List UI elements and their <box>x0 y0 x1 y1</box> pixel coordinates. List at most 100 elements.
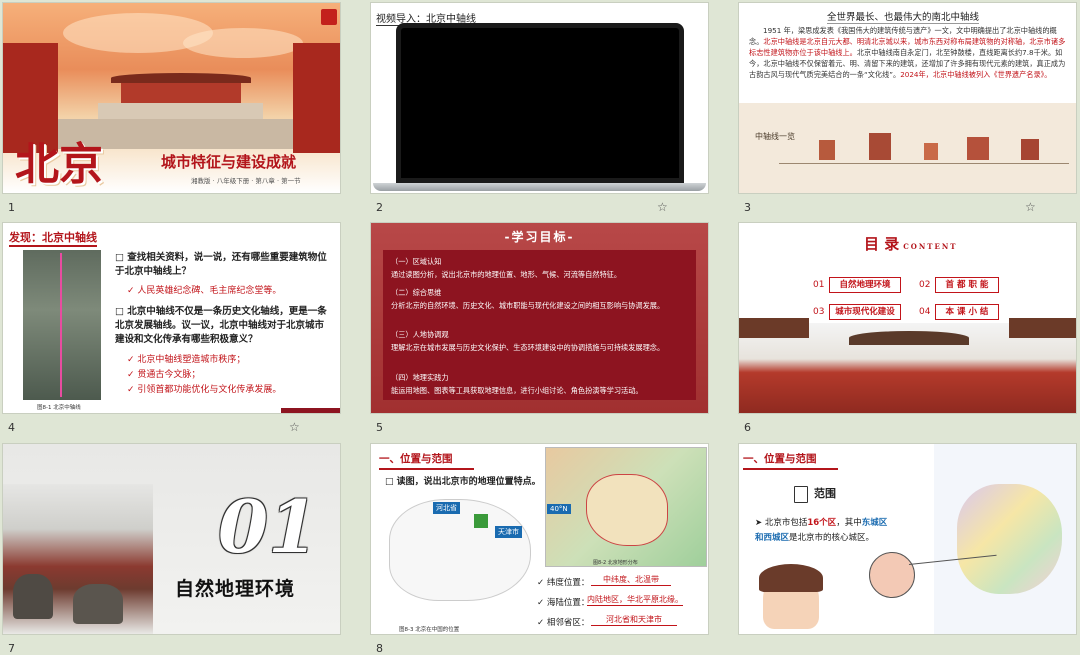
strip-label: 中轴线一览 <box>755 132 795 141</box>
slide-thumbnail-1[interactable]: 北京 城市特征与建设成就 湘教版 · 八年级下册 · 第八章 · 第一节 <box>3 3 340 193</box>
checkbox-icon: □ <box>385 477 394 487</box>
goal-text: 通过读图分析，说出北京市的地理位置、地形、气候、河流等自然特征。 <box>391 270 622 279</box>
gate-icon <box>924 143 938 160</box>
cloud <box>183 28 303 58</box>
goal-heading: （一）区域认知 <box>391 257 442 266</box>
palace-roof <box>849 331 969 345</box>
palace-roof <box>739 318 809 338</box>
goal-text: 能运用地图、图表等工具获取地理信息，进行小组讨论、角色扮演等学习活动。 <box>391 386 643 395</box>
section-heading: 一、位置与范围 <box>743 451 838 470</box>
title-beijing: 北京 <box>15 139 103 190</box>
toc-number: 01 <box>813 280 825 290</box>
slide-heading: 全世界最长、也最伟大的南北中轴线 <box>827 9 980 24</box>
tree-icon <box>13 574 53 619</box>
slide-heading: 目 录 CONTENT <box>864 235 958 253</box>
laptop-base <box>373 183 706 191</box>
label-latitude: ✓ 纬度位置： <box>537 578 590 588</box>
slide-number: 3 <box>744 201 751 214</box>
slide-thumbnail-2[interactable]: 视频导入：北京中轴线 <box>371 3 708 193</box>
section-title: 自然地理环境 <box>175 578 296 600</box>
label-lat: 40°N <box>547 504 571 514</box>
checkbox-icon: □ <box>115 306 124 317</box>
section-number: 01 <box>218 484 319 569</box>
slide-number: 2 <box>376 201 383 214</box>
answer-2b: ✓ 贯通古今文脉； <box>127 370 201 380</box>
toc-number: 04 <box>919 307 931 317</box>
goal-heading: （三）人地协调观 <box>391 330 449 339</box>
range-text: ➤ 北京市包括16个区，其中东城区 和西城区是北京市的核心城区。 <box>755 518 888 543</box>
corner-bar <box>281 408 340 413</box>
student-hair <box>759 564 823 592</box>
star-icon[interactable]: ☆ <box>657 200 668 214</box>
terrain-inner <box>586 474 668 546</box>
label-hebei: 河北省 <box>433 502 460 514</box>
palace-roof <box>111 73 251 83</box>
document-icon <box>794 486 808 503</box>
intro-paragraph: 1951 年，梁思成发表《我国伟大的建筑传统与遗产》一文，文中明确提出了北京中轴… <box>749 26 1066 79</box>
value-land-sea: 内陆地区，华北平原北缘。 <box>587 595 683 606</box>
seal-icon <box>321 9 337 25</box>
slide-thumbnail-5[interactable]: -学习目标- （一）区域认知 通过读图分析，说出北京市的地理位置、地形、气候、河… <box>371 223 708 413</box>
slide-heading: -学习目标- <box>504 230 575 244</box>
slide-number: 1 <box>8 201 15 214</box>
gate-right <box>293 43 340 153</box>
slide-number: 4 <box>8 421 15 434</box>
goal-text: 分析北京的自然环境、历史文化、城市职能与现代化建设之间的相互影响与协调发展。 <box>391 301 665 310</box>
slide-heading: 发现：北京中轴线 <box>9 229 97 247</box>
slide-number: 6 <box>744 421 751 434</box>
caption: 湘教版 · 八年级下册 · 第八章 · 第一节 <box>191 177 301 185</box>
map-caption: 图8-1 北京中轴线 <box>37 405 81 411</box>
label-land-sea: ✓ 海陆位置： <box>537 598 590 608</box>
answer-2c: ✓ 引领首都功能优化与文化传承发展。 <box>127 385 282 395</box>
toc-item-1[interactable]: 自然地理环境 <box>829 277 901 293</box>
slide-thumbnail-7[interactable]: 01 自然地理环境 <box>3 444 340 634</box>
slide-thumbnail-3[interactable]: 全世界最长、也最伟大的南北中轴线 1951 年，梁思成发表《我国伟大的建筑传统与… <box>739 3 1076 193</box>
label-tianjin: 天津市 <box>495 526 522 538</box>
goal-heading: （二）综合思维 <box>391 288 442 297</box>
map-caption-left: 图8-3 北京在中国的位置 <box>399 627 460 633</box>
star-icon[interactable]: ☆ <box>1025 200 1036 214</box>
answer-2a: ✓ 北京中轴线塑造城市秩序； <box>127 355 246 365</box>
goal-text: 理解北京在城市发展与历史文化保护、生态环境建设中的协调措施与可持续发展理念。 <box>391 343 665 352</box>
gate-icon <box>967 137 989 160</box>
map-caption-right: 图8-2 北京地形分布 <box>593 560 638 566</box>
toc-item-4[interactable]: 本 课 小 结 <box>935 304 999 320</box>
toc-number: 03 <box>813 307 825 317</box>
value-latitude: 中纬度、北温带 <box>591 574 671 586</box>
slide-number: 7 <box>8 642 15 655</box>
slide-number: 5 <box>376 421 383 434</box>
strip-line <box>779 163 1069 164</box>
slide-thumbnail-4[interactable]: 发现：北京中轴线 图8-1 北京中轴线 □ 查找相关资料，说一说，还有哪些重要建… <box>3 223 340 413</box>
slide-thumbnail-6[interactable]: 目 录 CONTENT 01 自然地理环境 02 首 都 职 能 03 城市现代化… <box>739 223 1076 413</box>
question-2: □ 北京中轴线不仅是一条历史文化轴线，更是一条北京发展轴线。议一议，北京中轴线对… <box>115 306 327 345</box>
value-neighbors: 河北省和天津市 <box>591 614 677 626</box>
gate-icon <box>869 133 891 160</box>
star-icon[interactable]: ☆ <box>289 420 300 434</box>
sub-heading: 范围 <box>814 487 836 500</box>
goal-heading: （四）地理实践力 <box>391 373 449 382</box>
slide-number: 8 <box>376 642 383 655</box>
axis-line <box>60 253 62 397</box>
slide-thumbnail-8[interactable]: 一、位置与范围 □ 读图，说出北京市的地理位置特点。 河北省 天津市 图8-3 … <box>371 444 708 634</box>
question-1: □ 查找相关资料，说一说，还有哪些重要建筑物位于北京中轴线上？ <box>115 252 327 277</box>
toc-item-2[interactable]: 首 都 职 能 <box>935 277 999 293</box>
checkbox-icon: □ <box>115 252 124 263</box>
gate-icon <box>819 140 835 160</box>
label-neighbors: ✓ 相邻省区： <box>537 618 590 628</box>
core-zoom-circle <box>869 552 915 598</box>
beijing-highlight <box>474 514 488 528</box>
district-region <box>957 484 1062 594</box>
palace <box>121 83 241 103</box>
video-player[interactable] <box>396 23 684 183</box>
answer-1: ✓ 人民英雄纪念碑、毛主席纪念堂等。 <box>127 286 282 296</box>
palace-roof <box>1009 318 1076 338</box>
china-map <box>389 499 531 601</box>
toc-item-3[interactable]: 城市现代化建设 <box>829 304 901 320</box>
subtitle: 城市特征与建设成就 <box>161 153 297 171</box>
prompt: □ 读图，说出北京市的地理位置特点。 <box>385 477 541 487</box>
axis-satellite-map <box>23 250 101 400</box>
palace-terrace <box>98 103 263 119</box>
slide-thumbnail-9[interactable]: 一、位置与范围 范围 ➤ 北京市包括16个区，其中东城区 和西城区是北京市的核心城… <box>739 444 1076 634</box>
tree-icon <box>73 584 123 624</box>
section-heading: 一、位置与范围 <box>379 451 474 470</box>
